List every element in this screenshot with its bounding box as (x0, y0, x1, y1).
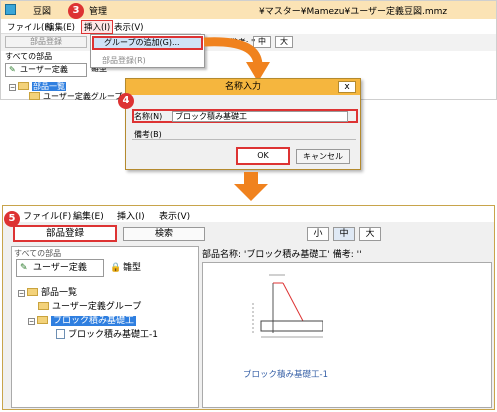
folder-icon (18, 82, 29, 90)
collapse-icon[interactable]: − (9, 84, 16, 91)
menu-edit[interactable]: 編集(E) (73, 209, 104, 222)
parts-tree-panel: すべての部品 ✎ ユーザー定義 🔒 雛型 − 部品一覧 ユーザー定義グループ − ブ… (11, 246, 199, 408)
top-menu-edit[interactable]: 編集(E) (46, 21, 75, 33)
top-menu-insert[interactable]: 挿入(I) (81, 20, 114, 34)
name-input[interactable] (172, 111, 348, 122)
size-small-button[interactable]: 小 (307, 227, 329, 241)
folder-icon (38, 302, 49, 310)
tree-new-group[interactable]: − ブロック積み基礎工 (28, 313, 137, 326)
part-preview-drawing (252, 274, 323, 338)
step-4-marker: 4 (118, 93, 134, 109)
tree-child-part[interactable]: ブロック積み基礎工-1 (56, 327, 158, 340)
all-parts-label: すべての部品 (14, 249, 62, 258)
cancel-button[interactable]: キャンセル (296, 149, 350, 164)
bottom-toolbar: 部品登録 検索 小 中 大 (3, 223, 494, 245)
step-5-marker: 5 (4, 211, 20, 227)
top-title-left: 豆図 (33, 7, 52, 17)
parts-name-header: 部品名称: 'ブロック積み基礎工' 備考: '' (202, 250, 362, 260)
name-input-dialog: 名称入力 x 名称(N) 備考(B) OK キャンセル (125, 78, 361, 170)
menu-insert[interactable]: 挿入(I) (117, 209, 145, 222)
top-all-parts-label: すべての部品 (5, 52, 53, 61)
tab-template[interactable]: 🔒 雛型 (106, 259, 158, 277)
preview-panel: ブロック積み基礎工-1 (202, 262, 492, 408)
app-icon (5, 4, 16, 15)
name-label: 名称(N) (134, 112, 163, 121)
document-icon (56, 329, 65, 339)
top-window-title: ¥マスター¥Mamezu¥ユーザー定義豆図.mmz (259, 7, 448, 17)
curved-arrow-icon (203, 37, 270, 82)
lock-icon: 🔒 (110, 263, 122, 273)
insert-dropdown-menu: グループの追加(G)... 部品登録(R) (90, 34, 205, 68)
folder-icon (29, 92, 40, 100)
top-menu-view[interactable]: 表示(V) (114, 21, 143, 33)
folder-icon (27, 288, 38, 296)
dialog-close-button[interactable]: x (338, 81, 356, 93)
bottom-app-window: ファイル(F) 編集(E) 挿入(I) 表示(V) 部品登録 検索 小 中 大 … (2, 205, 495, 410)
size-medium-button[interactable]: 中 (333, 227, 355, 241)
tree-root[interactable]: − 部品一覧 (18, 285, 77, 298)
top-tree-group[interactable]: ユーザー定義グループ (29, 91, 122, 102)
search-button[interactable]: 検索 (123, 227, 205, 241)
tree-tabs: ✎ ユーザー定義 🔒 雛型 (16, 259, 196, 277)
top-menu-bar: ファイル(F) 編集(E) 挿入(I) 表示(V) (1, 19, 201, 34)
top-register-button[interactable]: 部品登録 (5, 36, 87, 48)
menu-item-add-group[interactable]: グループの追加(G)... (92, 36, 203, 50)
top-tab-user[interactable]: ✎ ユーザー定義 (5, 63, 87, 77)
ok-button[interactable]: OK (236, 147, 290, 165)
step-3-marker: 3 (68, 3, 84, 19)
size-large-button[interactable]: 大 (359, 227, 381, 241)
collapse-icon[interactable]: − (28, 318, 35, 325)
register-part-button[interactable]: 部品登録 (13, 225, 117, 242)
preview-caption: ブロック積み基礎工-1 (243, 370, 328, 380)
tab-user-defined[interactable]: ✎ ユーザー定義 (16, 259, 104, 277)
pencil-icon: ✎ (20, 263, 28, 273)
top-title-mid: 管理 (89, 7, 108, 17)
folder-open-icon (37, 316, 48, 324)
pencil-icon: ✎ (9, 65, 16, 74)
down-arrow-icon (234, 172, 268, 201)
menu-view[interactable]: 表示(V) (159, 209, 190, 222)
menu-file[interactable]: ファイル(F) (23, 209, 71, 222)
menu-item-register-part[interactable]: 部品登録(R) (92, 55, 203, 68)
bottom-menu-bar: ファイル(F) 編集(E) 挿入(I) 表示(V) (3, 206, 494, 222)
memo-field[interactable] (132, 139, 356, 147)
collapse-icon[interactable]: − (18, 290, 25, 297)
tree-group[interactable]: ユーザー定義グループ (38, 299, 141, 312)
dialog-title: 名称入力 (126, 79, 360, 95)
